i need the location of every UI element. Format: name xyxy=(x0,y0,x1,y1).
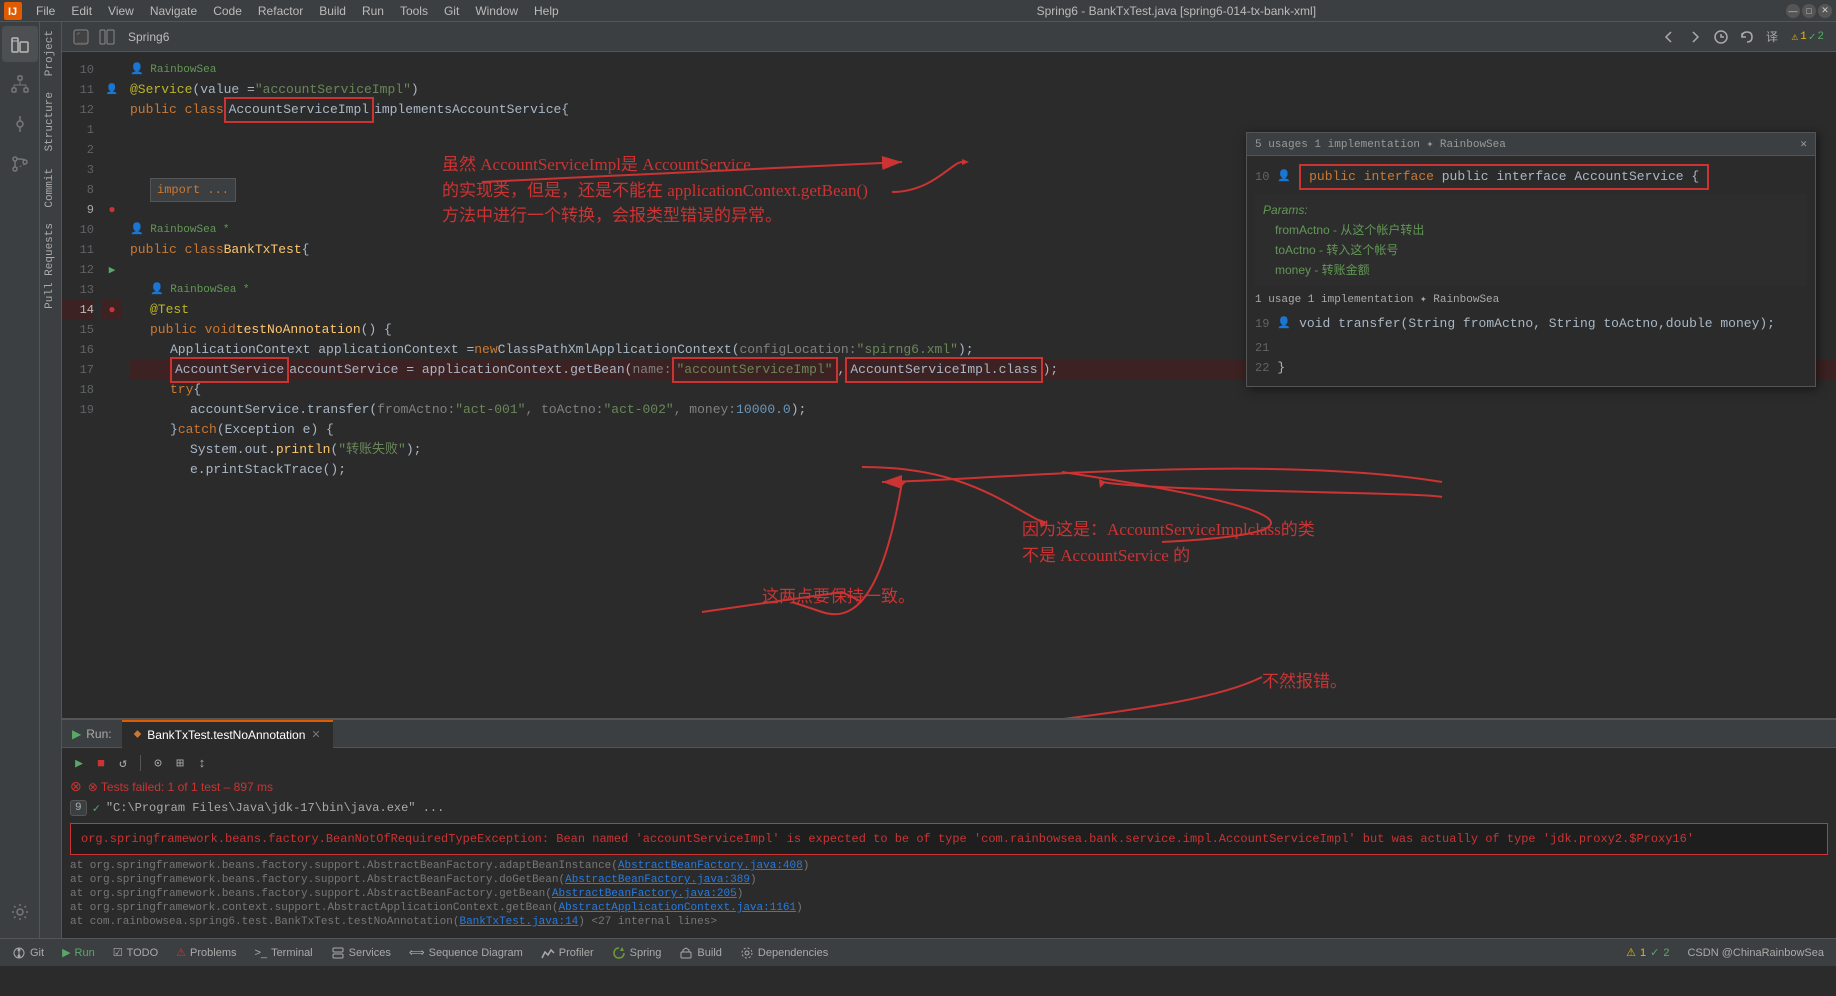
status-bar: Git ▶ Run ☑ TODO ⚠ Problems >_ Terminal … xyxy=(0,938,1836,966)
window-controls: — □ ✕ xyxy=(1786,4,1832,18)
code-line: 👤 RainbowSea xyxy=(130,60,1836,80)
stop-button[interactable]: ■ xyxy=(92,754,110,772)
services-status[interactable]: Services xyxy=(327,944,395,962)
run-tab-label: ▶ Run: xyxy=(62,720,122,748)
menu-refactor[interactable]: Refactor xyxy=(250,0,311,22)
stack-trace-line: at org.springframework.beans.factory.sup… xyxy=(70,887,1828,901)
code-line: accountService.transfer( fromActno: "act… xyxy=(130,400,1836,420)
run-test-tab[interactable]: ⬥ BankTxTest.testNoAnnotation ✕ xyxy=(122,720,333,748)
menu-run[interactable]: Run xyxy=(354,0,392,22)
close-button[interactable]: ✕ xyxy=(1818,4,1832,18)
menu-tools[interactable]: Tools xyxy=(392,0,436,22)
editor-area: ⬛ Spring6 译 ⚠ 1 xyxy=(62,22,1836,938)
code-editor[interactable]: 10 11 12 1 2 3 8 9 10 11 12 13 14 15 16 … xyxy=(62,52,1836,718)
code-line: } catch (Exception e) { xyxy=(130,420,1836,440)
svg-text:⬛: ⬛ xyxy=(76,31,88,45)
stack-trace-line: at org.springframework.beans.factory.sup… xyxy=(70,873,1828,887)
dependencies-status[interactable]: Dependencies xyxy=(736,944,832,962)
bottom-panel: ▶ Run: ⬥ BankTxTest.testNoAnnotation ✕ ▶… xyxy=(62,718,1836,938)
terminal-status[interactable]: >_ Terminal xyxy=(251,945,317,961)
popup-content: 10 👤 public interface public interface A… xyxy=(1247,156,1815,386)
menu-help[interactable]: Help xyxy=(526,0,567,22)
status-right: ⚠ 1 ✓ 2 CSDN @ChinaRainbowSea xyxy=(1622,944,1828,961)
menu-view[interactable]: View xyxy=(100,0,142,22)
structure-label[interactable]: Structure xyxy=(40,84,61,159)
settings-icon[interactable] xyxy=(2,894,38,930)
menu-code[interactable]: Code xyxy=(205,0,250,22)
gutter-area: 👤 ● ▶ ● xyxy=(102,52,122,718)
sort-button[interactable]: ↕ xyxy=(193,754,211,772)
menu-git[interactable]: Git xyxy=(436,0,467,22)
sequence-diagram-status[interactable]: ⟺ Sequence Diagram xyxy=(405,944,527,961)
filter-button[interactable]: ⊙ xyxy=(149,754,167,772)
spring-status[interactable]: Spring xyxy=(608,944,666,962)
run-toolbar: ▶ ■ ↺ ⊙ ⊞ ↕ xyxy=(70,752,1828,776)
project-label[interactable]: Project xyxy=(40,22,61,84)
run-button[interactable]: ▶ xyxy=(70,754,88,772)
test-result-row: ⊗ ⊗ Tests failed: 1 of 1 test – 897 ms xyxy=(70,776,1828,797)
undo-button[interactable] xyxy=(1736,26,1758,48)
rerun-button[interactable]: ↺ xyxy=(114,754,132,772)
code-line: System.out.println("转账失败"); xyxy=(130,440,1836,460)
line-numbers: 10 11 12 1 2 3 8 9 10 11 12 13 14 15 16 … xyxy=(62,52,102,718)
project-tree-button[interactable] xyxy=(96,26,118,48)
stack-trace-line: at org.springframework.beans.factory.sup… xyxy=(70,859,1828,873)
problems-status[interactable]: ⚠ Problems xyxy=(172,944,240,961)
stack-trace-line: at com.rainbowsea.spring6.test.BankTxTes… xyxy=(70,915,1828,929)
commit-icon[interactable] xyxy=(2,106,38,142)
main-container: Project Structure Commit Pull Requests ⬛… xyxy=(0,22,1836,938)
window-title: Spring6 - BankTxTest.java [spring6-014-t… xyxy=(567,4,1786,18)
svg-text:IJ: IJ xyxy=(8,6,17,18)
minimize-button[interactable]: — xyxy=(1786,4,1800,18)
popup-window: 5 usages 1 implementation ✦ RainbowSea ✕… xyxy=(1246,132,1816,387)
menu-file[interactable]: File xyxy=(28,0,63,22)
pull-requests-icon[interactable] xyxy=(2,146,38,182)
profiler-status[interactable]: Profiler xyxy=(537,944,598,962)
menu-bar: IJ File Edit View Navigate Code Refactor… xyxy=(0,0,1836,22)
project-icon[interactable] xyxy=(2,26,38,62)
translate-button[interactable]: 译 xyxy=(1762,26,1784,48)
panel-tabs: ▶ Run: ⬥ BankTxTest.testNoAnnotation ✕ xyxy=(62,720,1836,748)
menu-window[interactable]: Window xyxy=(467,0,526,22)
menu-edit[interactable]: Edit xyxy=(63,0,100,22)
structure-icon[interactable] xyxy=(2,66,38,102)
svg-text:译: 译 xyxy=(1766,30,1778,45)
pull-requests-label[interactable]: Pull Requests xyxy=(40,215,61,317)
menu-build[interactable]: Build xyxy=(311,0,354,22)
popup-header: 5 usages 1 implementation ✦ RainbowSea ✕ xyxy=(1247,133,1815,156)
code-line: public class AccountServiceImpl implemen… xyxy=(130,100,1836,120)
navigate-prev-button[interactable] xyxy=(1658,26,1680,48)
tree-button[interactable]: ⊞ xyxy=(171,754,189,772)
panel-content[interactable]: ▶ ■ ↺ ⊙ ⊞ ↕ ⊗ ⊗ Tests failed: 1 of 1 tes… xyxy=(62,748,1836,938)
run-status[interactable]: ▶ Run xyxy=(58,944,99,961)
problems-count[interactable]: ⚠ 1 ✓ 2 xyxy=(1622,944,1673,961)
side-panel-labels: Project Structure Commit Pull Requests xyxy=(40,22,62,938)
status-left: Git ▶ Run ☑ TODO ⚠ Problems >_ Terminal … xyxy=(8,944,832,962)
nav-back-button[interactable]: ⬛ xyxy=(70,26,92,48)
todo-status[interactable]: ☑ TODO xyxy=(109,944,162,961)
git-status[interactable]: Git xyxy=(8,944,48,962)
menu-navigate[interactable]: Navigate xyxy=(142,0,205,22)
navigate-next-button[interactable] xyxy=(1684,26,1706,48)
app-icon: IJ xyxy=(4,2,22,20)
build-status[interactable]: Build xyxy=(675,944,725,962)
commit-label[interactable]: Commit xyxy=(40,160,61,216)
recent-files-button[interactable] xyxy=(1710,26,1732,48)
stack-trace-line: at org.springframework.context.support.A… xyxy=(70,901,1828,915)
code-line: e.printStackTrace(); xyxy=(130,460,1836,480)
csdn-label: CSDN @ChinaRainbowSea xyxy=(1683,945,1828,961)
project-name: Spring6 xyxy=(122,30,175,44)
maximize-button[interactable]: □ xyxy=(1802,4,1816,18)
cmd-row: 9 ✓ "C:\Program Files\Java\jdk-17\bin\ja… xyxy=(70,797,1828,819)
code-line: @Service(value = "accountServiceImpl") xyxy=(130,80,1836,100)
editor-toolbar: ⬛ Spring6 译 ⚠ 1 xyxy=(62,22,1836,52)
error-message-box: org.springframework.beans.factory.BeanNo… xyxy=(70,823,1828,855)
activity-bar xyxy=(0,22,40,938)
tab-close-icon[interactable]: ✕ xyxy=(311,728,320,741)
problems-count[interactable]: ⚠ 1 ✓ 2 xyxy=(1788,26,1828,48)
